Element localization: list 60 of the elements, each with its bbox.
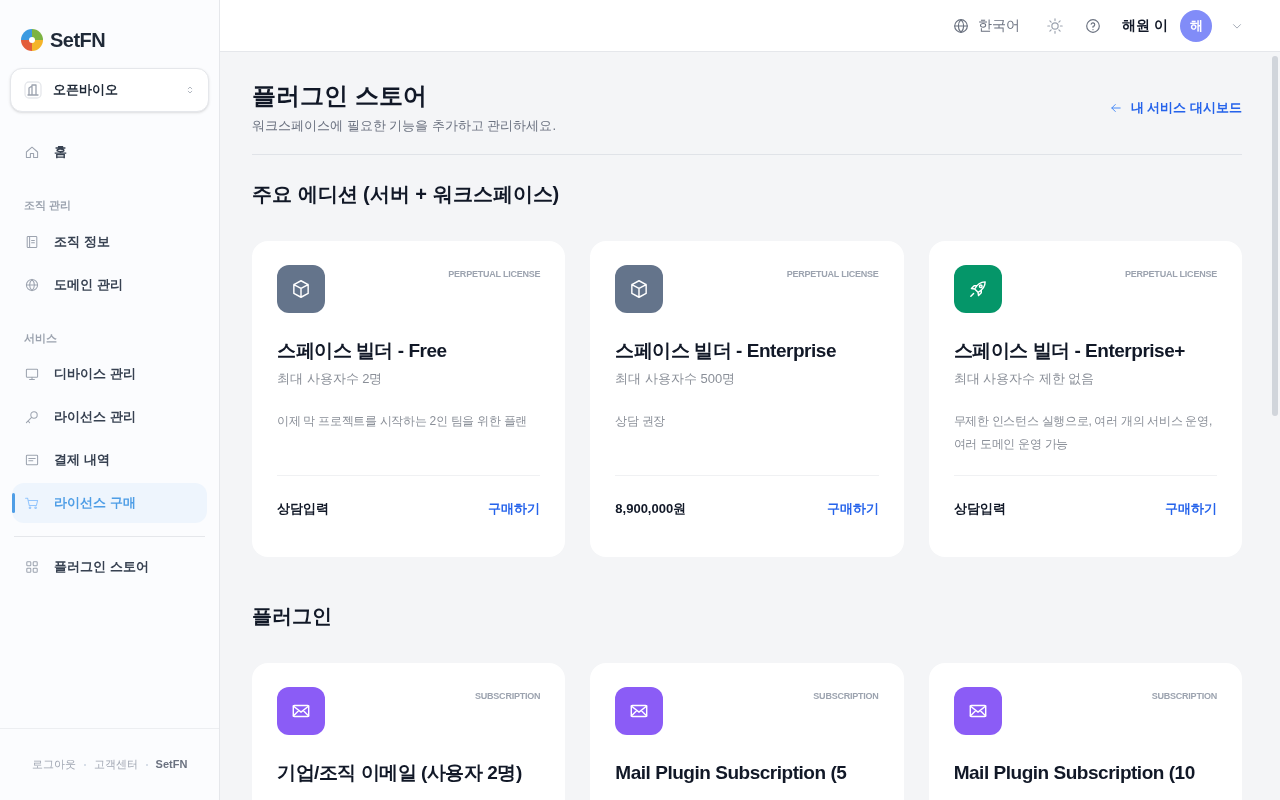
card-description: 무제한 인스턴스 실행으로, 여러 개의 서비스 운영, 여러 도메인 운영 가능	[953, 413, 1213, 453]
sun-icon	[1046, 16, 1065, 35]
license-label: PERPETUAL LICENSE	[786, 267, 879, 281]
cube-icon	[290, 277, 312, 300]
user-avatar[interactable]: 해	[1180, 9, 1212, 42]
page-subtitle: 워크스페이스에 필요한 기능을 추가하고 관리하세요.	[252, 117, 557, 135]
card-description: 이제 막 프로젝트를 시작하는 2인 팀을 위한 플랜	[277, 413, 528, 430]
key-icon	[24, 409, 40, 425]
language-button[interactable]: 한국어	[952, 15, 1021, 36]
price-text: 상담입력	[953, 500, 1006, 519]
card-title: 스페이스 빌더 - Free	[277, 338, 448, 363]
card-title: Mail Plugin Subscription (5	[615, 760, 848, 785]
license-label: PERPETUAL LICENSE	[1124, 267, 1217, 281]
sidebar-item[interactable]: 플러그인 스토어	[12, 547, 207, 587]
organization-selector[interactable]: 오픈바이오	[10, 68, 209, 112]
license-label: SUBSCRIPTION	[1151, 689, 1217, 703]
license-label: PERPETUAL LICENSE	[448, 267, 541, 281]
home-icon	[24, 144, 40, 160]
license-label: SUBSCRIPTION	[813, 689, 879, 703]
price-text: 8,900,000원	[615, 500, 687, 519]
section-title: 플러그인	[252, 603, 333, 629]
buy-link[interactable]: 구매하기	[1165, 499, 1217, 519]
building-icon	[23, 80, 43, 100]
grid-icon	[24, 559, 40, 575]
help-button[interactable]	[1084, 16, 1103, 35]
dashboard-link[interactable]: 내 서비스 대시보드	[1108, 98, 1242, 118]
card-subtitle: 최대 사용자수 500명	[615, 369, 737, 388]
section-heading: 조직 관리	[23, 198, 73, 213]
page-title: 플러그인 스토어	[252, 81, 428, 111]
card-subtitle: 최대 사용자수 2명	[277, 369, 384, 388]
globe-icon	[24, 276, 40, 293]
document-icon	[24, 233, 40, 250]
buy-link[interactable]: 구매하기	[488, 499, 541, 519]
brand-link[interactable]: SetFN	[155, 756, 188, 773]
receipt-icon	[24, 452, 40, 468]
sidebar-item[interactable]: 홈	[12, 132, 207, 172]
sidebar-item[interactable]: 결제 내역	[12, 440, 207, 480]
sidebar-item[interactable]: 디바이스 관리	[12, 354, 207, 394]
card-title: 스페이스 빌더 - Enterprise	[615, 338, 837, 363]
logo-text: SetFN	[50, 28, 106, 53]
sidebar-item[interactable]: 라이선스 관리	[12, 397, 207, 437]
monitor-icon	[24, 366, 40, 382]
card-title: 기업/조직 이메일 (사용자 2명)	[277, 760, 523, 785]
user-name: 해원 이	[1122, 16, 1168, 35]
theme-toggle[interactable]	[1046, 16, 1065, 35]
card-title: 스페이스 빌더 - Enterprise+	[953, 338, 1186, 363]
price-text: 상담입력	[277, 500, 329, 519]
card-title: Mail Plugin Subscription (10	[953, 760, 1196, 785]
section-heading: 서비스	[23, 330, 58, 346]
buy-link[interactable]: 구매하기	[826, 499, 879, 519]
license-label: SUBSCRIPTION	[475, 689, 541, 703]
globe-icon	[952, 16, 971, 35]
section-title: 주요 에디션 (서버 + 워크스페이스)	[252, 181, 561, 207]
card-subtitle: 최대 사용자수 제한 없음	[953, 369, 1096, 388]
cart-icon	[24, 495, 40, 511]
sidebar-item[interactable]: 도메인 관리	[12, 264, 207, 305]
help-icon	[1084, 16, 1103, 35]
sidebar-item[interactable]: 조직 정보	[12, 221, 207, 262]
logo-icon	[20, 28, 44, 52]
card-description: 상담 권장	[615, 413, 667, 430]
